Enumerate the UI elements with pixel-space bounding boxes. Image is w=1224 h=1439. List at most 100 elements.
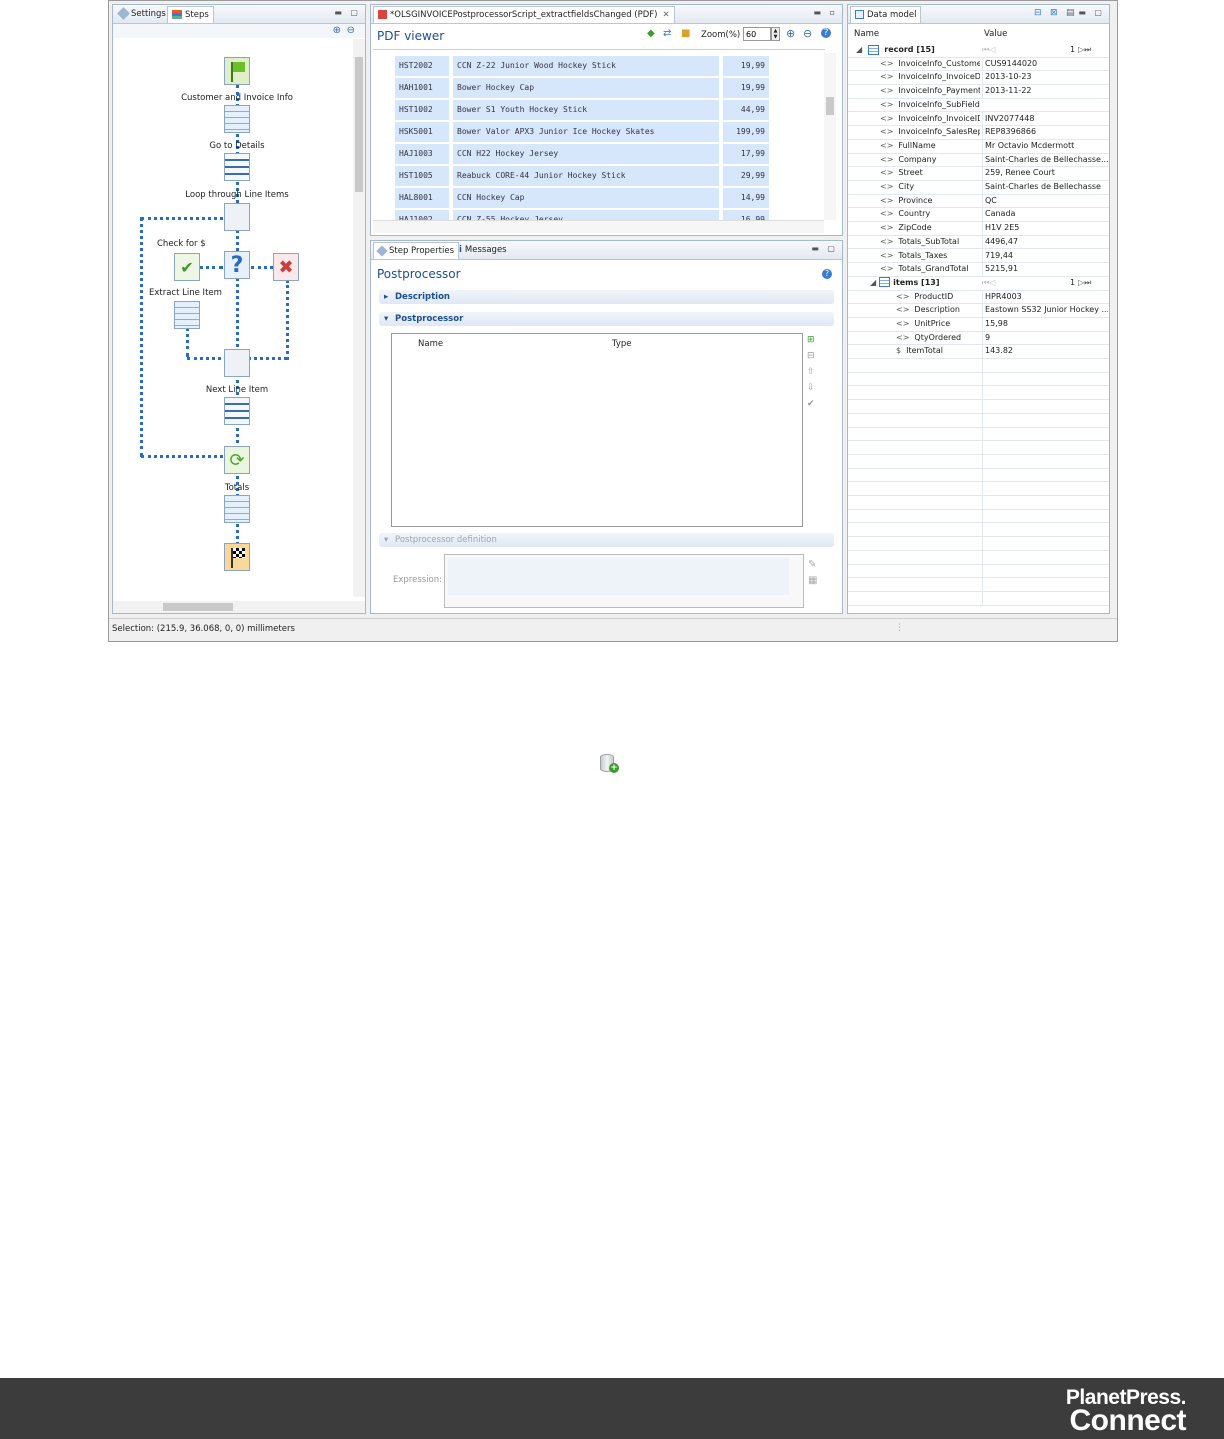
- import-icon[interactable]: ⊟: [1034, 8, 1042, 18]
- expand-triangle-icon[interactable]: ◢: [870, 278, 876, 287]
- finish-flag-icon[interactable]: [224, 543, 250, 571]
- start-flag-icon[interactable]: [224, 57, 250, 85]
- next-icon[interactable]: [224, 349, 250, 377]
- goto-icon-2[interactable]: [224, 397, 250, 425]
- extract-line-icon[interactable]: [174, 301, 200, 329]
- tab-pdf-document[interactable]: *OLSGINVOICEPostprocessorScript_extractf…: [373, 6, 675, 23]
- props-help-icon[interactable]: ?: [822, 269, 832, 279]
- zoom-in-icon[interactable]: ⊕: [333, 25, 341, 36]
- record-nav-first-prev[interactable]: ⏮◁: [982, 43, 995, 57]
- help-icon[interactable]: ?: [821, 28, 831, 38]
- condition-question-icon[interactable]: ?: [224, 251, 250, 279]
- dm-empty-row: [848, 454, 1109, 469]
- dm-field-row[interactable]: <> Totals_SubTotal 4496,47: [848, 234, 1109, 250]
- move-down-icon[interactable]: ⇩: [807, 383, 821, 399]
- dm-item-field-row[interactable]: <> ProductID HPR4003: [848, 289, 1109, 305]
- lock-icon[interactable]: ■: [681, 28, 690, 39]
- tab-messages[interactable]: i Messages: [455, 242, 511, 258]
- dm-field-row[interactable]: <> Street 259, Renee Court: [848, 166, 1109, 181]
- steps-vertical-scrollbar[interactable]: [353, 39, 365, 597]
- steps-hscroll-thumb[interactable]: [163, 603, 233, 611]
- zoom-out-icon[interactable]: ⊖: [347, 25, 355, 36]
- datamodel-window-buttons[interactable]: ▬ ▢: [1078, 8, 1105, 17]
- repeat-arrows-icon[interactable]: ⟳: [224, 446, 250, 474]
- dm-item-field-row[interactable]: $ ItemTotal 143.82: [848, 344, 1109, 360]
- zoom-spinner[interactable]: ▲ ▼: [771, 27, 780, 41]
- dm-field-row[interactable]: <> InvoiceInfo_PaymentDue2013-11-22: [848, 84, 1109, 99]
- items-nav-first-prev[interactable]: ⏮◁: [982, 276, 995, 290]
- extract-totals-icon[interactable]: [224, 495, 250, 523]
- goto-icon[interactable]: [224, 153, 250, 181]
- pdf-vscroll-thumb[interactable]: [826, 97, 834, 115]
- pdf-zoom-out-icon[interactable]: ⊖: [803, 27, 812, 40]
- expression-editor[interactable]: [444, 554, 804, 608]
- dm-item-field-row[interactable]: <> UnitPrice 15,98: [848, 317, 1109, 332]
- dm-field-row[interactable]: <> InvoiceInfo_SalesRep REP8396866: [848, 125, 1109, 140]
- pdf-window-buttons[interactable]: ▬ ▫: [813, 8, 838, 17]
- dm-field-row[interactable]: <> Province QC: [848, 193, 1109, 209]
- props-window-buttons[interactable]: ▬ ▢: [811, 244, 838, 253]
- expand-triangle-icon[interactable]: ◢: [856, 45, 862, 54]
- true-check-icon[interactable]: ✔: [174, 253, 200, 281]
- pdf-zoom-in-icon[interactable]: ⊕: [786, 27, 795, 40]
- dm-field-row[interactable]: <> ZipCode H1V 2E5: [848, 221, 1109, 236]
- steps-window-buttons[interactable]: ▬ ▢: [334, 8, 361, 17]
- tab-step-properties[interactable]: Step Properties: [373, 242, 460, 259]
- close-tab-icon[interactable]: ✕: [663, 10, 670, 20]
- record-page[interactable]: 1: [1070, 43, 1075, 57]
- dm-field-row[interactable]: <> City Saint-Charles de Bellechasse: [848, 180, 1109, 195]
- move-up-icon[interactable]: ⇧: [807, 367, 821, 383]
- column-header-type[interactable]: Type: [612, 339, 632, 349]
- pdf-vertical-scrollbar[interactable]: [824, 53, 836, 220]
- record-row[interactable]: ◢ record [15] ⏮◁ 1 ▷⏭: [848, 43, 1109, 58]
- dm-field-row[interactable]: <> InvoiceInfo_SubField: [848, 98, 1109, 113]
- dm-field-row[interactable]: <> Company Saint-Charles de Bellechasse...: [848, 152, 1109, 168]
- dm-empty-cell: [982, 385, 1108, 400]
- dm-column-value[interactable]: Value: [984, 29, 1007, 39]
- items-row[interactable]: ◢ items [13] ⏮◁ 1 ▷⏭: [848, 276, 1109, 291]
- export-icon[interactable]: ⊠: [1050, 8, 1058, 18]
- dm-field-row[interactable]: <> Totals_GrandTotal 5215,91: [848, 262, 1109, 277]
- datamodel-tree[interactable]: ◢ record [15] ⏮◁ 1 ▷⏭ <> InvoiceInfo_Cust…: [848, 43, 1109, 613]
- dm-field-row[interactable]: <> Totals_Taxes 719,44: [848, 248, 1109, 264]
- dm-item-field-row[interactable]: <> QtyOrdered 9: [848, 330, 1109, 346]
- filter-icon[interactable]: ▤: [1066, 8, 1075, 18]
- dm-field-row[interactable]: <> InvoiceInfo_Customer CUS9144020: [848, 56, 1109, 72]
- pdf-content[interactable]: HST2002 CCN Z-22 Junior Wood Hockey Stick…: [373, 49, 825, 221]
- dm-field-row[interactable]: <> FullName Mr Octavio Mcdermott: [848, 138, 1109, 154]
- steps-vscroll-thumb[interactable]: [355, 57, 363, 192]
- dm-item-field-name: ItemTotal: [906, 346, 943, 356]
- dm-field-row[interactable]: <> InvoiceInfo_InvoiceID INV2077448: [848, 111, 1109, 127]
- expression-editor-inner[interactable]: [448, 558, 789, 595]
- dm-item-field-row[interactable]: <> Description Eastown SS32 Junior Hockey …: [848, 303, 1109, 318]
- validate-check-icon[interactable]: ✔: [807, 399, 821, 415]
- postprocessor-definition-header[interactable]: ▾ Postprocessor definition: [379, 533, 834, 547]
- dm-item-field-name: Description: [914, 305, 960, 315]
- edit-script-icon[interactable]: ✎: [808, 559, 816, 570]
- dm-field-row[interactable]: <> Country Canada: [848, 207, 1109, 223]
- dm-field-row[interactable]: <> InvoiceInfo_InvoiceDate2013-10-23: [848, 70, 1109, 86]
- postprocessor-section-header[interactable]: ▾ Postprocessor: [379, 312, 834, 326]
- remove-postprocessor-icon[interactable]: ⊟: [807, 351, 821, 367]
- items-page[interactable]: 1: [1070, 276, 1075, 290]
- tab-steps[interactable]: Steps: [167, 6, 214, 23]
- false-cross-icon[interactable]: ✖: [273, 253, 299, 281]
- steps-horizontal-scrollbar[interactable]: [113, 601, 365, 613]
- description-section-header[interactable]: ▸ Description: [379, 290, 834, 304]
- pdf-horizontal-scrollbar[interactable]: [373, 220, 824, 233]
- tab-data-model[interactable]: Data model: [850, 6, 922, 23]
- tab-settings[interactable]: Settings: [115, 6, 170, 22]
- postprocessor-table[interactable]: Name Type: [391, 333, 803, 527]
- sync-icon[interactable]: ⇄: [663, 28, 671, 39]
- dm-column-name[interactable]: Name: [854, 29, 879, 39]
- loop-icon[interactable]: [224, 203, 250, 231]
- tag-icon[interactable]: ◆: [647, 28, 655, 39]
- record-nav-next-last[interactable]: ▷⏭: [1078, 43, 1091, 57]
- add-postprocessor-icon[interactable]: ⊞: [807, 335, 821, 351]
- items-nav-next-last[interactable]: ▷⏭: [1078, 276, 1091, 290]
- zoom-input[interactable]: [743, 27, 771, 41]
- extract-table-icon[interactable]: [224, 105, 250, 133]
- calculator-icon[interactable]: ▦: [808, 575, 817, 586]
- branch-line-right: [251, 266, 273, 269]
- column-header-name[interactable]: Name: [418, 339, 443, 349]
